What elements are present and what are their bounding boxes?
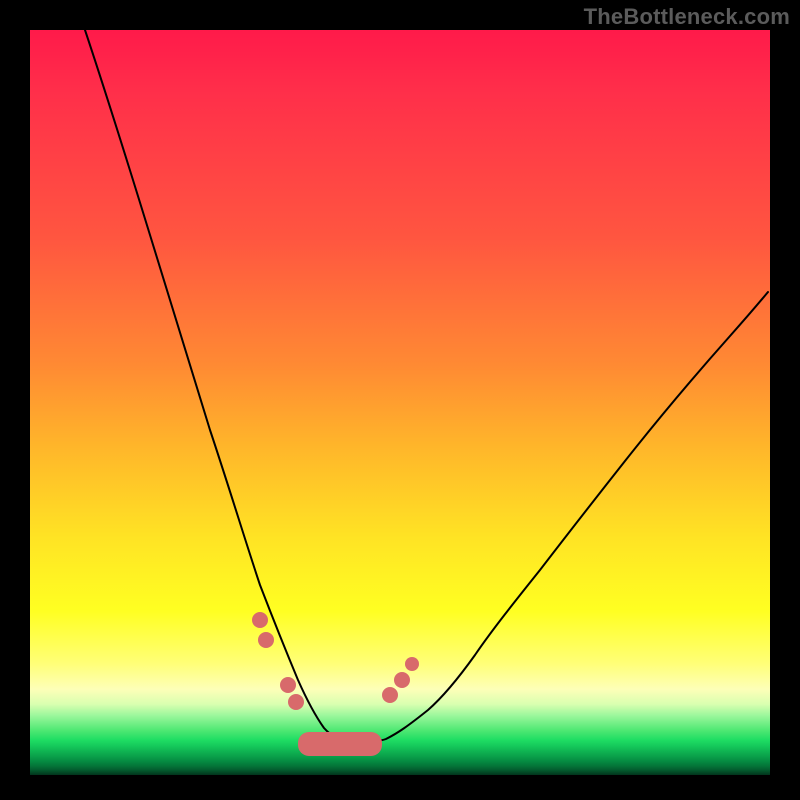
marker-dot [252,612,268,628]
watermark-text: TheBottleneck.com [584,4,790,30]
marker-dot [258,632,274,648]
bottleneck-curve [85,30,768,742]
curve-svg [30,30,770,775]
chart-frame: TheBottleneck.com [0,0,800,800]
marker-dot [288,694,304,710]
marker-dot [382,687,398,703]
marker-dot [405,657,419,671]
marker-dot [280,677,296,693]
plot-area [30,30,770,775]
marker-plateau [298,732,382,756]
marker-dot [394,672,410,688]
